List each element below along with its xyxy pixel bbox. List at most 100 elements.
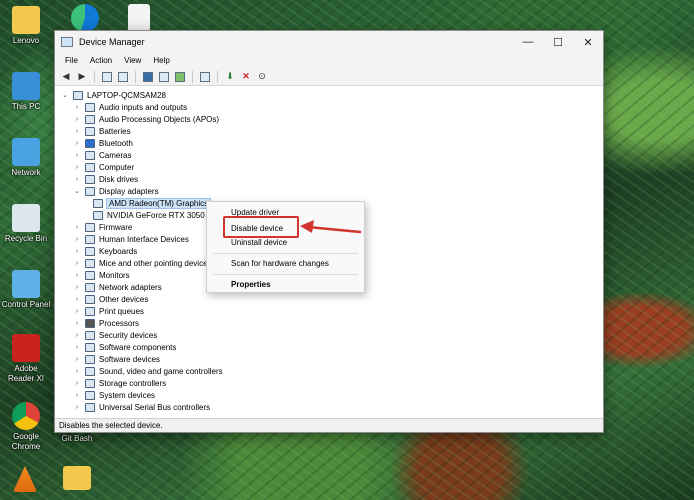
enable-device-icon[interactable]: ⬇: [223, 70, 237, 84]
tree-item-sound-video[interactable]: › Sound, video and game controllers: [73, 365, 223, 377]
chevron-right-icon[interactable]: ›: [73, 320, 81, 327]
chevron-right-icon[interactable]: ›: [73, 380, 81, 387]
tree-item-audio-io[interactable]: › Audio inputs and outputs: [73, 101, 187, 113]
edge-icon: [71, 4, 99, 32]
highlight-box: [223, 216, 299, 238]
tree-item-cameras[interactable]: › Cameras: [73, 149, 131, 161]
tree-item-apos[interactable]: › Audio Processing Objects (APOs): [73, 113, 219, 125]
desktop-icon-folder[interactable]: [60, 466, 94, 492]
recycle-bin-icon: [12, 204, 40, 232]
tree-item-label: Cameras: [99, 150, 132, 160]
chevron-right-icon[interactable]: ›: [73, 308, 81, 315]
desktop-icon-recycle-bin[interactable]: Recycle Bin: [1, 204, 51, 244]
tree-item-label: Computer: [99, 162, 135, 172]
tree-item-monitors[interactable]: › Monitors: [73, 269, 130, 281]
close-button[interactable]: ✕: [573, 31, 603, 53]
chevron-right-icon[interactable]: ›: [73, 152, 81, 159]
tree-item-hid[interactable]: › Human Interface Devices: [73, 233, 189, 245]
tree-item-nvidia-geforce[interactable]: NVIDIA GeForce RTX 3050 L: [93, 209, 211, 221]
back-arrow-icon[interactable]: ◀: [59, 70, 73, 84]
menu-item-scan-hardware[interactable]: Scan for hardware changes: [207, 255, 364, 271]
chevron-right-icon[interactable]: ›: [73, 344, 81, 351]
desktop-icon-this-pc[interactable]: This PC: [1, 72, 51, 112]
chevron-right-icon[interactable]: ›: [73, 272, 81, 279]
chevron-right-icon[interactable]: ›: [73, 404, 81, 411]
tree-root-label: LAPTOP-QCMSAM28: [87, 90, 166, 100]
help-icon[interactable]: [141, 70, 155, 84]
chevron-right-icon[interactable]: ›: [73, 104, 81, 111]
tree-item-software-components[interactable]: › Software components: [73, 341, 176, 353]
tree-item-batteries[interactable]: › Batteries: [73, 125, 131, 137]
tree-item-system-devices[interactable]: › System devices: [73, 389, 155, 401]
chevron-right-icon[interactable]: ›: [73, 164, 81, 171]
tree-item-disk-drives[interactable]: › Disk drives: [73, 173, 138, 185]
scan-hardware-icon[interactable]: [198, 70, 212, 84]
chevron-right-icon[interactable]: ›: [73, 248, 81, 255]
menu-view[interactable]: View: [118, 56, 147, 65]
menu-bar: File Action View Help: [55, 53, 603, 68]
tree-item-label: Mice and other pointing devices: [99, 258, 212, 268]
keyboard-icon: [85, 246, 95, 256]
disable-device-icon[interactable]: ⊙: [255, 70, 269, 84]
chevron-right-icon[interactable]: ›: [73, 224, 81, 231]
title-bar[interactable]: Device Manager — ☐ ✕: [55, 31, 603, 53]
chevron-right-icon[interactable]: ›: [73, 284, 81, 291]
tree-item-bluetooth[interactable]: › Bluetooth: [73, 137, 133, 149]
minimize-button[interactable]: —: [513, 31, 543, 53]
window-title: Device Manager: [79, 37, 145, 47]
tree-item-mice[interactable]: › Mice and other pointing devices: [73, 257, 212, 269]
desktop-icon-git-bash[interactable]: Git Bash: [52, 434, 102, 444]
menu-action[interactable]: Action: [84, 56, 118, 65]
chevron-right-icon[interactable]: ›: [73, 140, 81, 147]
desktop-icon-google-chrome[interactable]: Google Chrome: [1, 402, 51, 452]
speaker-icon: [85, 366, 95, 376]
tree-item-keyboards[interactable]: › Keyboards: [73, 245, 137, 257]
vlc-icon: [13, 466, 37, 492]
tree-item-computer[interactable]: › Computer: [73, 161, 134, 173]
update-driver-icon[interactable]: [173, 70, 187, 84]
chevron-down-icon[interactable]: ⌄: [73, 187, 81, 195]
tree-item-processors[interactable]: › Processors: [73, 317, 139, 329]
tree-item-amd-radeon[interactable]: AMD Radeon(TM) Graphics: [93, 197, 212, 209]
tree-item-firmware[interactable]: › Firmware: [73, 221, 132, 233]
tree-item-other-devices[interactable]: › Other devices: [73, 293, 148, 305]
forward-arrow-icon[interactable]: ▶: [75, 70, 89, 84]
maximize-button[interactable]: ☐: [543, 31, 573, 53]
tree-item-display-adapters[interactable]: ⌄ Display adapters: [73, 185, 159, 197]
tree-item-network-adapters[interactable]: › Network adapters: [73, 281, 162, 293]
view-icon[interactable]: [157, 70, 171, 84]
chevron-right-icon[interactable]: ›: [73, 332, 81, 339]
chevron-right-icon[interactable]: ›: [73, 296, 81, 303]
chevron-down-icon[interactable]: ⌄: [61, 91, 69, 99]
chevron-right-icon[interactable]: ›: [73, 236, 81, 243]
desktop-icon-vlc[interactable]: [10, 466, 40, 494]
menu-file[interactable]: File: [59, 56, 84, 65]
chevron-right-icon[interactable]: ›: [73, 128, 81, 135]
battery-icon: [85, 126, 95, 136]
chevron-right-icon[interactable]: ›: [73, 356, 81, 363]
tree-item-label: Keyboards: [99, 246, 138, 256]
chevron-right-icon[interactable]: ›: [73, 368, 81, 375]
desktop-icon-lenovo[interactable]: Lenovo: [1, 6, 51, 46]
tree-item-print-queues[interactable]: › Print queues: [73, 305, 144, 317]
uninstall-device-icon[interactable]: ✕: [239, 70, 253, 84]
desktop-icon-control-panel[interactable]: Control Panel: [1, 270, 51, 310]
desktop-icon-adobe-reader[interactable]: Adobe Reader XI: [1, 334, 51, 384]
properties-sheet-icon[interactable]: [116, 70, 130, 84]
chevron-right-icon[interactable]: ›: [73, 176, 81, 183]
chevron-right-icon[interactable]: ›: [73, 392, 81, 399]
toolbar-separator: [94, 70, 95, 83]
tree-item-usb-controllers[interactable]: › Universal Serial Bus controllers: [73, 401, 210, 413]
tree-item-label: Storage controllers: [99, 378, 167, 388]
tree-item-storage-controllers[interactable]: › Storage controllers: [73, 377, 166, 389]
show-hide-console-icon[interactable]: [100, 70, 114, 84]
menu-item-properties[interactable]: Properties: [207, 276, 364, 292]
chevron-right-icon[interactable]: ›: [73, 260, 81, 267]
tree-root[interactable]: ⌄ LAPTOP-QCMSAM28: [61, 89, 166, 101]
tree-item-security-devices[interactable]: › Security devices: [73, 329, 157, 341]
chevron-right-icon[interactable]: ›: [73, 116, 81, 123]
menu-help[interactable]: Help: [147, 56, 175, 65]
tree-item-software-devices[interactable]: › Software devices: [73, 353, 160, 365]
desktop-icon-network[interactable]: Network: [1, 138, 51, 178]
tree-item-label: Batteries: [99, 126, 131, 136]
